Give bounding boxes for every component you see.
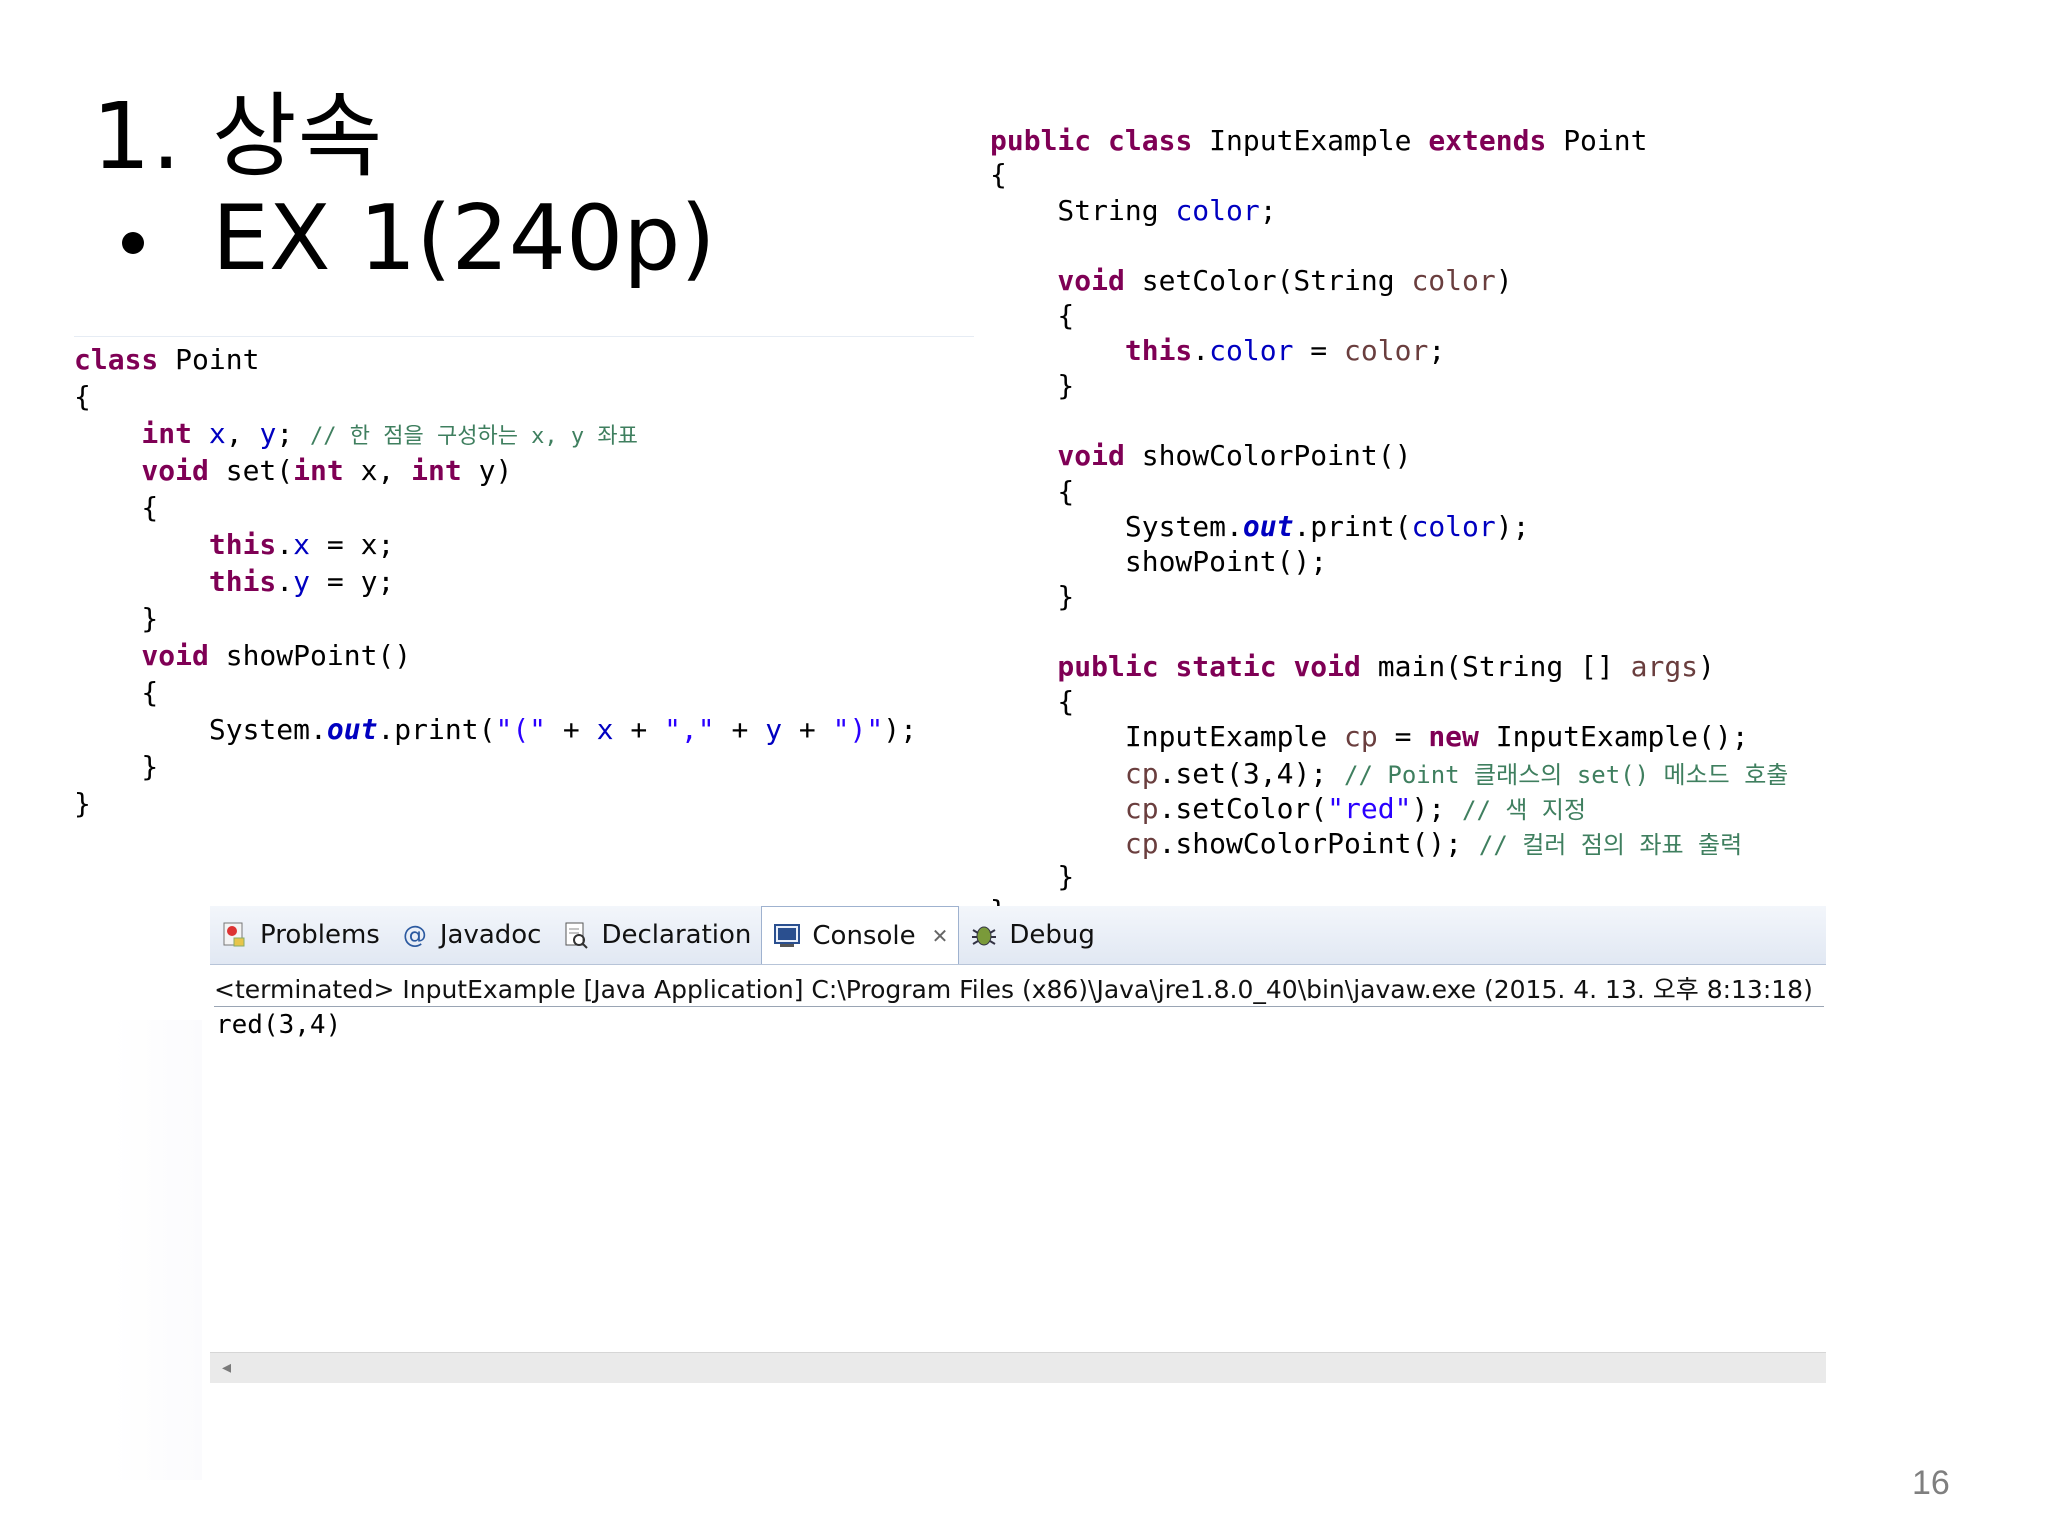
code-line: void setColor(String color) xyxy=(990,264,1513,297)
code-line: class Point xyxy=(74,343,260,376)
bullet-dot xyxy=(122,231,144,254)
at-sign-icon: @ xyxy=(402,921,427,949)
scroll-left-icon[interactable]: ◂ xyxy=(222,1357,231,1378)
tab-debug[interactable]: Debug xyxy=(959,906,1105,964)
code-line: { xyxy=(990,299,1075,332)
code-line: cp.set(3,4); // Point 클래스의 set() 메소드 호출 xyxy=(990,757,1789,790)
code-line: } xyxy=(74,602,159,635)
code-line: { xyxy=(74,491,159,524)
code-line: this.color = color; xyxy=(990,334,1446,367)
code-line: int x, y; // 한 점을 구성하는 x, y 좌표 xyxy=(74,417,638,450)
console-status-line: <terminated> InputExample [Java Applicat… xyxy=(214,970,1824,1007)
code-line: void set(int x, int y) xyxy=(74,454,513,487)
view-tab-bar: Problems @ Javadoc Declaration Console ✕… xyxy=(210,906,1826,965)
bullet-text: EX 1(240p) xyxy=(212,186,716,291)
code-line: public class InputExample extends Point xyxy=(990,124,1648,157)
console-icon xyxy=(772,921,802,951)
debug-bug-icon xyxy=(969,920,999,950)
code-line: { xyxy=(990,475,1075,508)
declaration-icon xyxy=(561,920,591,950)
code-line: cp.showColorPoint(); // 컬러 점의 좌표 출력 xyxy=(990,827,1743,860)
horizontal-scrollbar[interactable]: ◂ xyxy=(210,1352,1826,1383)
code-panel-point: class Point { int x, y; // 한 점을 구성하는 x, … xyxy=(74,336,974,827)
code-line: { xyxy=(74,676,159,709)
code-line: { xyxy=(74,380,91,413)
page-number: 16 xyxy=(1912,1464,1950,1502)
code-line: InputExample cp = new InputExample(); xyxy=(990,720,1749,753)
tab-declaration[interactable]: Declaration xyxy=(551,906,761,964)
code-line: } xyxy=(74,787,91,820)
code-line: this.x = x; xyxy=(74,528,395,561)
code-line: public static void main(String [] args) xyxy=(990,650,1715,683)
problems-icon xyxy=(220,920,250,950)
close-icon[interactable]: ✕ xyxy=(932,924,949,948)
code-panel-inputexample: public class InputExample extends Point … xyxy=(990,118,1830,927)
code-line: void showColorPoint() xyxy=(990,439,1412,472)
slide-bullet: EX 1(240p) xyxy=(122,186,716,291)
code-line: { xyxy=(990,685,1075,718)
tab-problems[interactable]: Problems xyxy=(210,906,390,964)
code-line: void showPoint() xyxy=(74,639,412,672)
slide-title: 1. 상속 xyxy=(92,83,384,190)
code-line: String color; xyxy=(990,194,1277,227)
code-line: } xyxy=(74,750,159,783)
code-line: this.y = y; xyxy=(74,565,395,598)
console-shadow xyxy=(112,1020,202,1480)
tab-console[interactable]: Console ✕ xyxy=(761,906,960,964)
console-output[interactable]: red(3,4) xyxy=(216,1010,341,1040)
code-line: showPoint(); xyxy=(990,545,1328,578)
code-line: cp.setColor("red"); // 색 지정 xyxy=(990,792,1587,825)
code-line: { xyxy=(990,158,1007,191)
tab-javadoc[interactable]: @ Javadoc xyxy=(390,906,552,964)
code-line: System.out.print(color); xyxy=(990,510,1530,543)
code-line: } xyxy=(990,369,1075,402)
console-view: Problems @ Javadoc Declaration Console ✕… xyxy=(210,906,1826,1383)
code-line: } xyxy=(990,860,1075,893)
code-line: System.out.print("(" + x + "," + y + ")"… xyxy=(74,713,917,746)
code-line: } xyxy=(990,580,1075,613)
